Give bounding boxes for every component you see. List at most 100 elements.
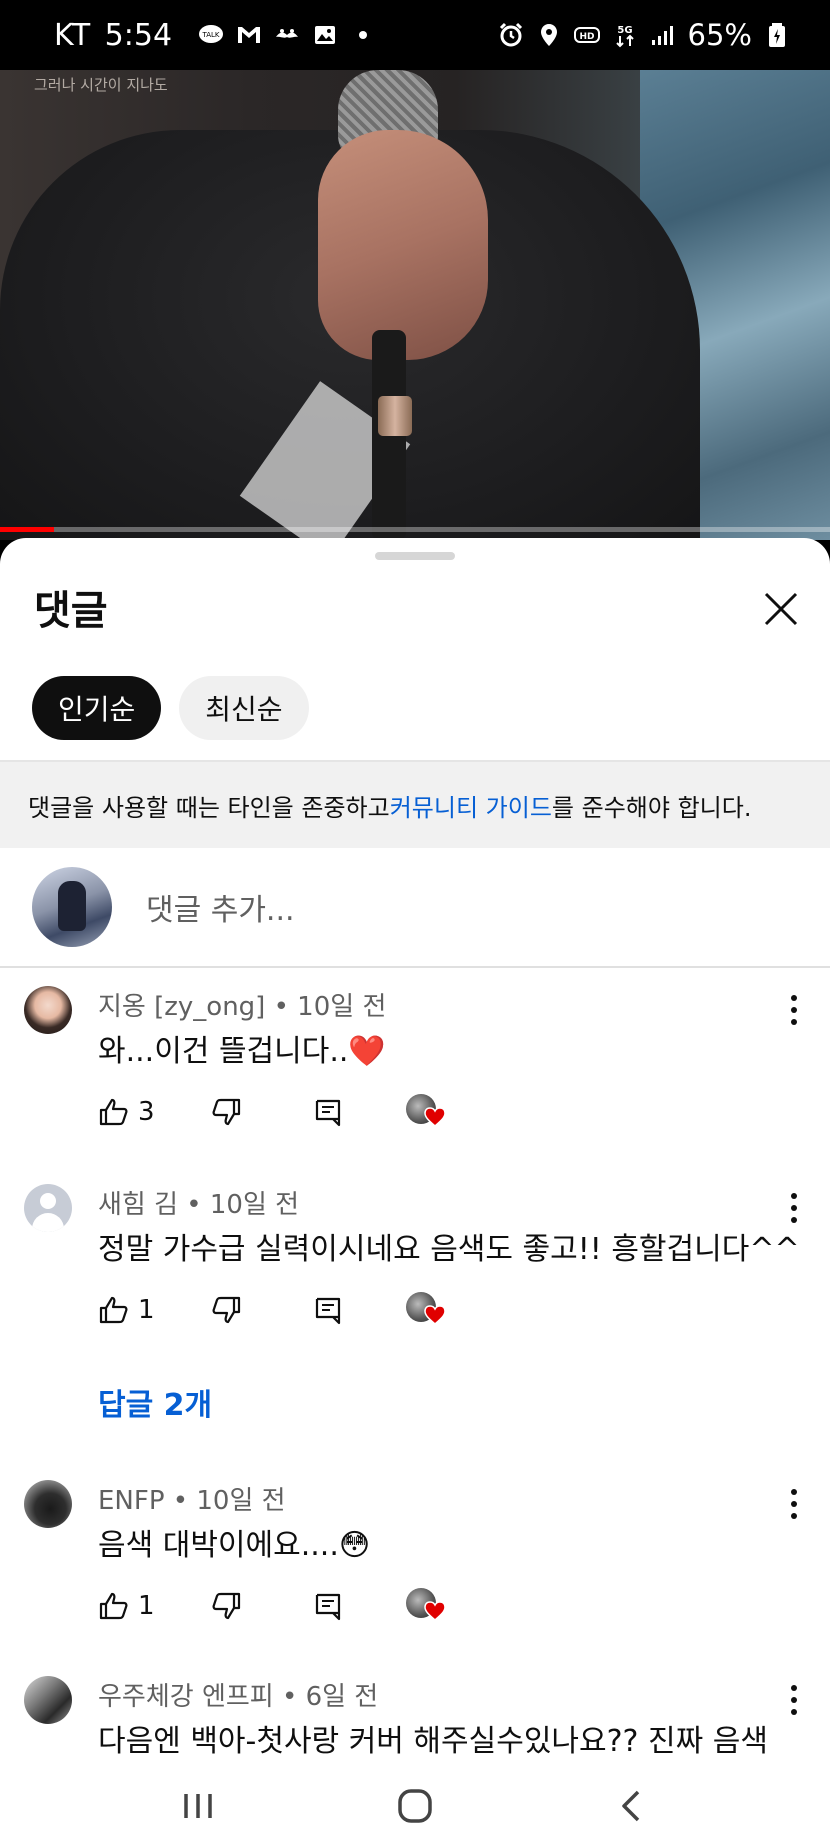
comment-text: 음색 대박이에요....😳: [98, 1528, 371, 1563]
svg-text:TALK: TALK: [202, 31, 220, 39]
location-icon: [536, 22, 562, 48]
commenter-avatar[interactable]: [24, 1184, 72, 1232]
comment-item: 우주체강 엔프피 • 6일 전 다음엔 백아-첫사랑 커버 해주실수있나요?? …: [0, 1676, 830, 1768]
add-comment-row[interactable]: 댓글 추가...: [0, 848, 830, 968]
close-button[interactable]: [758, 586, 804, 632]
sheet-title: 댓글: [34, 588, 108, 634]
status-bar: KT 5:54 TALK HD 5G 65%: [0, 0, 830, 70]
reply-icon: [315, 1297, 341, 1325]
comment-item: 새힘 김 • 10일 전 정말 가수급 실력이시네요 음색도 좋고!! 흥할겁니…: [0, 1184, 830, 1434]
thumbs-up-icon: [99, 1296, 128, 1324]
dislike-button[interactable]: [210, 1290, 242, 1330]
status-right: HD 5G 65%: [498, 18, 790, 52]
dislike-button[interactable]: [210, 1586, 242, 1626]
video-player[interactable]: 그러나 시간이 지나도: [0, 70, 830, 540]
comment-item: ENFP • 10일 전 음색 대박이에요....😳 1: [0, 1480, 830, 1650]
comment-actions: 3: [98, 1092, 446, 1132]
reply-button[interactable]: [312, 1586, 344, 1626]
sort-chips: 인기순 최신순: [32, 676, 309, 740]
video-progress-track[interactable]: [0, 527, 830, 532]
heart-icon: [424, 1107, 446, 1127]
svg-text:5G: 5G: [617, 25, 632, 36]
comment-text: 다음엔 백아-첫사랑 커버 해주실수있나요?? 진짜 음색: [98, 1724, 768, 1759]
thumbs-down-icon: [212, 1592, 241, 1620]
status-left: KT 5:54 TALK: [54, 18, 376, 53]
like-count: 3: [138, 1097, 155, 1127]
view-replies-link[interactable]: 답글 2개: [98, 1380, 212, 1424]
video-caption: 그러나 시간이 지나도: [34, 76, 168, 94]
like-count: 1: [138, 1295, 155, 1325]
more-options-icon[interactable]: [786, 1682, 802, 1718]
comment-meta[interactable]: 새힘 김 • 10일 전: [98, 1184, 299, 1221]
comments-sheet: 댓글 인기순 최신순 댓글을 사용할 때는 타인을 존중하고 커뮤니티 가이드 를…: [0, 538, 830, 1768]
svg-text:HD: HD: [579, 32, 594, 42]
dislike-button[interactable]: [210, 1092, 242, 1132]
thumbs-up-icon: [99, 1592, 128, 1620]
thumbs-down-icon: [212, 1098, 241, 1126]
comment-meta[interactable]: 지옹 [zy_ong] • 10일 전: [98, 986, 386, 1023]
close-icon: [764, 592, 798, 626]
like-count: 1: [138, 1591, 155, 1621]
commenter-avatar[interactable]: [24, 1480, 72, 1528]
community-guidelines-link[interactable]: 커뮤니티 가이드: [390, 788, 552, 823]
recent-apps-icon: [184, 1794, 213, 1818]
talk-icon: TALK: [198, 22, 224, 48]
more-options-icon[interactable]: [786, 1190, 802, 1226]
chip-newest[interactable]: 최신순: [179, 676, 309, 740]
5g-icon: 5G: [612, 22, 638, 48]
reply-icon: [315, 1593, 341, 1621]
heart-icon: [424, 1601, 446, 1621]
hand-graphic: [318, 130, 488, 360]
heart-icon: [424, 1305, 446, 1325]
microphone-ring: [378, 396, 412, 436]
reply-button[interactable]: [312, 1092, 344, 1132]
thumbs-up-icon: [99, 1098, 128, 1126]
hd-icon: HD: [573, 22, 600, 48]
comment-item: 지옹 [zy_ong] • 10일 전 와...이건 뜰겁니다..❤️ 3: [0, 986, 830, 1156]
clock: 5:54: [104, 17, 173, 53]
home-button[interactable]: [385, 1776, 445, 1836]
chip-top[interactable]: 인기순: [32, 676, 162, 740]
back-icon: [621, 1790, 639, 1822]
home-icon: [398, 1789, 432, 1823]
comment-actions: 1: [98, 1290, 446, 1330]
thumbs-down-icon: [212, 1296, 241, 1324]
commenter-avatar[interactable]: [24, 1676, 72, 1724]
avatar: [32, 867, 112, 947]
comment-actions: 1: [98, 1586, 446, 1626]
like-button[interactable]: 1: [98, 1586, 198, 1626]
comment-meta[interactable]: ENFP • 10일 전: [98, 1480, 286, 1517]
comment-text: 와...이건 뜰겁니다..❤️: [98, 1034, 386, 1069]
navigation-bar: [0, 1768, 830, 1844]
guideline-text-after: 를 준수해야 합니다.: [551, 793, 752, 822]
image-icon: [312, 22, 338, 48]
battery-percent: 65%: [687, 18, 752, 52]
notification-icons: TALK: [198, 22, 376, 48]
like-button[interactable]: 1: [98, 1290, 198, 1330]
battery-icon: [764, 22, 790, 48]
gmail-icon: [236, 22, 262, 48]
signal-icon: [650, 22, 676, 48]
community-guidelines-banner: 댓글을 사용할 때는 타인을 존중하고 커뮤니티 가이드 를 준수해야 합니다.: [0, 760, 830, 848]
video-progress-fill[interactable]: [0, 527, 54, 532]
creator-heart-badge: [406, 1092, 446, 1132]
comment-meta[interactable]: 우주체강 엔프피 • 6일 전: [98, 1676, 378, 1713]
dot-icon: [350, 22, 376, 48]
more-options-icon[interactable]: [786, 1486, 802, 1522]
alarm-icon: [498, 22, 524, 48]
guideline-text-before: 댓글을 사용할 때는 타인을 존중하고: [28, 793, 390, 822]
reply-button[interactable]: [312, 1290, 344, 1330]
commenter-avatar[interactable]: [24, 986, 72, 1034]
reply-icon: [315, 1099, 341, 1127]
drag-handle[interactable]: [375, 552, 455, 560]
creator-heart-badge: [406, 1290, 446, 1330]
carrier-label: KT: [54, 17, 91, 53]
comment-text: 정말 가수급 실력이시네요 음색도 좋고!! 흥할겁니다^^: [98, 1232, 800, 1267]
back-button[interactable]: [602, 1776, 662, 1836]
recent-apps-button[interactable]: [168, 1776, 228, 1836]
more-options-icon[interactable]: [786, 992, 802, 1028]
like-button[interactable]: 3: [98, 1092, 198, 1132]
creator-heart-badge: [406, 1586, 446, 1626]
mustache-icon: [274, 22, 300, 48]
add-comment-input[interactable]: 댓글 추가...: [146, 885, 295, 929]
